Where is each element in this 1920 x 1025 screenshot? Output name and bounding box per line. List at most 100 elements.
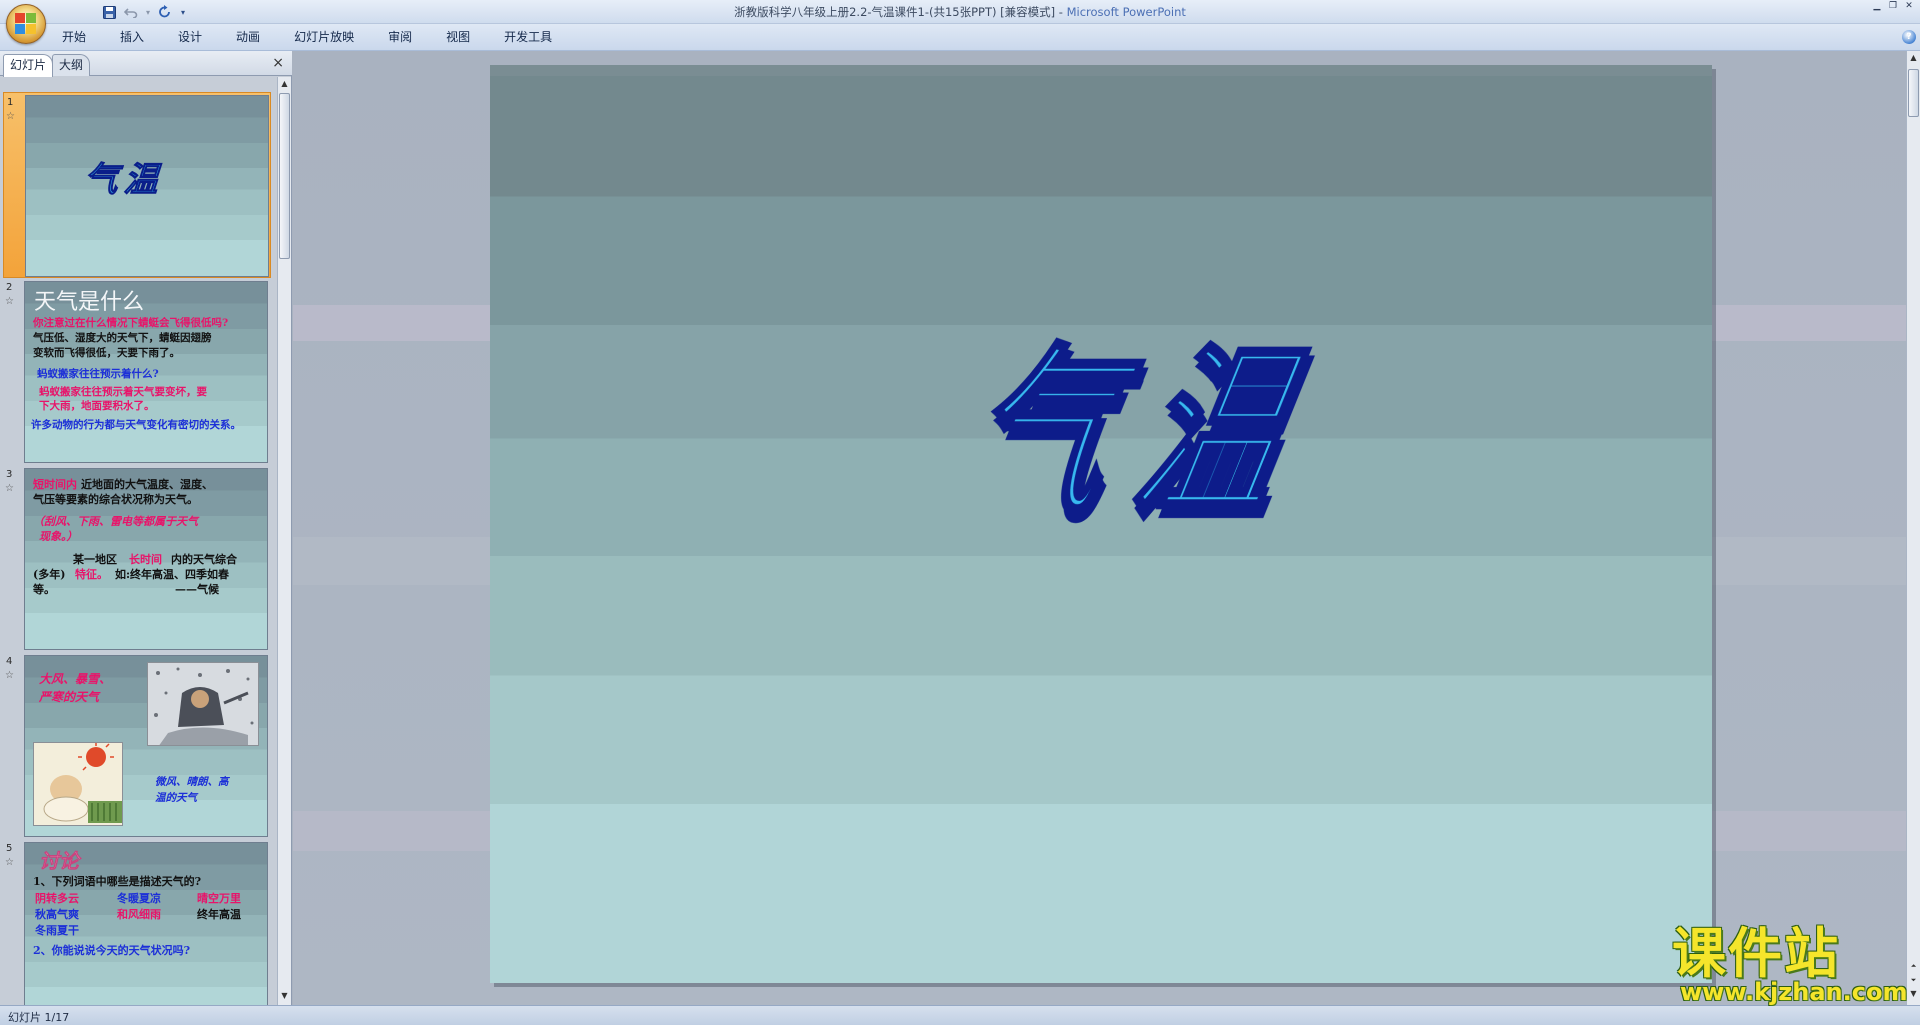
thumb-line: 下大雨，地面要积水了。	[39, 400, 155, 412]
close-pane-icon[interactable]: ×	[272, 55, 284, 71]
slide-thumbnail-5[interactable]: 5 ☆ 讨论 1、下列词语中哪些是描述天气的? 阴转多云 冬暖夏凉 晴空万里 秋…	[0, 839, 276, 1005]
slides-pane: 幻灯片 大纲 × 1 ☆ 气温 2 ☆ 天气是什么 你注意过在什么情况下蜻蜓会飞…	[0, 51, 292, 1005]
tab-developer[interactable]: 开发工具	[487, 24, 569, 51]
thumb-line: 严寒的天气	[39, 690, 100, 704]
summer-illustration	[33, 742, 123, 826]
tab-review[interactable]: 审阅	[371, 24, 429, 51]
current-slide[interactable]: 气温	[490, 65, 1712, 983]
tab-view[interactable]: 视图	[429, 24, 487, 51]
scroll-up-icon[interactable]: ▲	[1907, 51, 1920, 65]
thumb-line: 终年高温	[197, 908, 241, 921]
thumb-line: 冬暖夏凉	[117, 892, 161, 905]
thumb-title: 气温	[80, 160, 174, 201]
thumb-line: 你注意过在什么情况下蜻蜓会飞得很低吗?	[33, 317, 229, 329]
slide-thumbnail-1[interactable]: 1 ☆ 气温	[3, 92, 271, 278]
thumb-line: 蚂蚁搬家往往预示着什么?	[37, 368, 159, 380]
thumb-line: 许多动物的行为都与天气变化有密切的关系。	[31, 419, 241, 431]
thumb-line: 蚂蚁搬家往往预示着天气要变坏，要	[39, 386, 207, 398]
tab-design[interactable]: 设计	[161, 24, 219, 51]
thumb-line: 温的天气	[155, 792, 197, 804]
thumbnail-image: 天气是什么 你注意过在什么情况下蜻蜓会飞得很低吗? 气压低、湿度大的天气下，蜻蜓…	[24, 281, 268, 463]
thumb-title: 讨论	[39, 849, 80, 874]
slide-title: 气温	[943, 326, 1369, 538]
office-button[interactable]	[6, 4, 46, 44]
animation-star-icon: ☆	[5, 483, 14, 494]
thumb-line: 近地面的大气温度、湿度、	[81, 478, 213, 491]
thumb-line: 冬雨夏干	[35, 924, 79, 937]
slide-number: 2	[6, 282, 13, 293]
slide-scrollbar[interactable]: ▲ ⏶ ⏷ ▼	[1906, 51, 1920, 1005]
tab-animations[interactable]: 动画	[219, 24, 277, 51]
thumbnail-image: 大风、暴雪、 严寒的天气 微风、晴朗、高 温的天气	[24, 655, 268, 837]
scroll-thumb[interactable]	[1908, 69, 1919, 117]
thumb-line: ——气候	[175, 583, 219, 596]
thumbnail-image: 讨论 1、下列词语中哪些是描述天气的? 阴转多云 冬暖夏凉 晴空万里 秋高气爽 …	[24, 842, 268, 1005]
thumb-line: 晴空万里	[197, 892, 241, 905]
slide-thumbnail-4[interactable]: 4 ☆ 大风、暴雪、 严寒的天气 微风、晴朗、高 温的天气	[0, 652, 276, 838]
office-logo-icon	[15, 13, 37, 35]
watermark-title: 课件站	[1672, 921, 1840, 985]
thumbnail-scrollbar[interactable]: ▲ ▼	[277, 77, 291, 1005]
tab-slide-show[interactable]: 幻灯片放映	[277, 24, 371, 51]
watermark-url: www.kjzhan.com	[1680, 978, 1908, 1006]
slide-number: 3	[6, 469, 13, 480]
thumb-line: 短时间内	[33, 478, 77, 491]
slide-number: 5	[6, 843, 13, 854]
pane-tabs: 幻灯片 大纲 ×	[0, 51, 292, 77]
thumb-line: 1、下列词语中哪些是描述天气的?	[33, 875, 202, 888]
animation-star-icon: ☆	[6, 111, 15, 122]
thumbnail-image: 短时间内 近地面的大气温度、湿度、 气压等要素的综合状况称为天气。 （刮风、下雨…	[24, 468, 268, 650]
winter-illustration	[147, 662, 259, 746]
scroll-thumb[interactable]	[279, 93, 290, 259]
status-bar: 幻灯片 1/17	[0, 1005, 1920, 1025]
scroll-down-icon[interactable]: ▼	[278, 989, 291, 1003]
ribbon-tab-bar: 开始 插入 设计 动画 幻灯片放映 审阅 视图 开发工具 ?	[0, 24, 1920, 51]
animation-star-icon: ☆	[5, 857, 14, 868]
slide-number: 1	[7, 97, 14, 108]
thumbnail-image: 气温	[25, 95, 269, 277]
slide-counter: 幻灯片 1/17	[8, 1011, 70, 1024]
window-controls: ▁ ❐ ✕	[1870, 1, 1916, 12]
animation-star-icon: ☆	[5, 296, 14, 307]
title-bar: ▾ ▾ 浙教版科学八年级上册2.2-气温课件1-(共15张PPT) [兼容模式]…	[0, 0, 1920, 24]
tab-home[interactable]: 开始	[50, 24, 103, 51]
close-icon[interactable]: ✕	[1902, 1, 1916, 12]
slide-editing-area: 气温	[293, 51, 1906, 1005]
tab-insert[interactable]: 插入	[103, 24, 161, 51]
tab-slides[interactable]: 幻灯片	[3, 54, 54, 77]
thumb-line: 气压等要素的综合状况称为天气。	[33, 493, 198, 506]
thumb-line: （刮风、下雨、雷电等都属于天气	[33, 515, 198, 528]
thumb-title: 天气是什么	[34, 290, 145, 315]
watermark-logo: 课件站 www.kjzhan.com	[1672, 925, 1916, 1007]
wordart-title[interactable]: 气温	[490, 65, 1712, 983]
thumb-line: 阴转多云	[35, 892, 79, 905]
thumb-line: 微风、晴朗、高	[155, 776, 229, 788]
minimize-icon[interactable]: ▁	[1870, 1, 1884, 12]
document-title: 浙教版科学八年级上册2.2-气温课件1-(共15张PPT) [兼容模式] -	[734, 5, 1067, 19]
thumb-line: 等。	[33, 583, 55, 596]
thumb-line: 现象。）	[39, 530, 78, 543]
slide-thumbnail-2[interactable]: 2 ☆ 天气是什么 你注意过在什么情况下蜻蜓会飞得很低吗? 气压低、湿度大的天气…	[0, 278, 276, 464]
thumb-line: 和风细雨	[117, 908, 161, 921]
tab-outline[interactable]: 大纲	[52, 54, 91, 76]
thumbnail-list: 1 ☆ 气温 2 ☆ 天气是什么 你注意过在什么情况下蜻蜓会飞得很低吗? 气压低…	[0, 77, 276, 1005]
app-name: Microsoft PowerPoint	[1066, 5, 1186, 19]
thumb-line: (多年)	[33, 568, 66, 581]
animation-star-icon: ☆	[5, 670, 14, 681]
thumb-line: 某一地区	[73, 553, 117, 566]
slide-thumbnail-3[interactable]: 3 ☆ 短时间内 近地面的大气温度、湿度、 气压等要素的综合状况称为天气。 （刮…	[0, 465, 276, 651]
thumb-line: 2、你能说说今天的天气状况吗?	[33, 944, 191, 957]
thumb-line: 如:终年高温、四季如春	[115, 568, 230, 581]
thumb-line: 特征。	[75, 568, 108, 581]
slide-number: 4	[6, 656, 13, 667]
thumb-line: 秋高气爽	[35, 908, 79, 921]
help-icon[interactable]: ?	[1902, 30, 1916, 44]
thumb-line: 长时间	[129, 553, 162, 566]
scroll-up-icon[interactable]: ▲	[278, 77, 291, 91]
thumb-line: 大风、暴雪、	[39, 672, 112, 686]
thumb-line: 变软而飞得很低，天要下雨了。	[33, 347, 180, 359]
thumb-line: 气压低、湿度大的天气下，蜻蜓因翅膀	[33, 332, 212, 344]
restore-icon[interactable]: ❐	[1886, 1, 1900, 12]
thumb-line: 内的天气综合	[171, 553, 237, 566]
window-title: 浙教版科学八年级上册2.2-气温课件1-(共15张PPT) [兼容模式] - M…	[0, 4, 1920, 20]
